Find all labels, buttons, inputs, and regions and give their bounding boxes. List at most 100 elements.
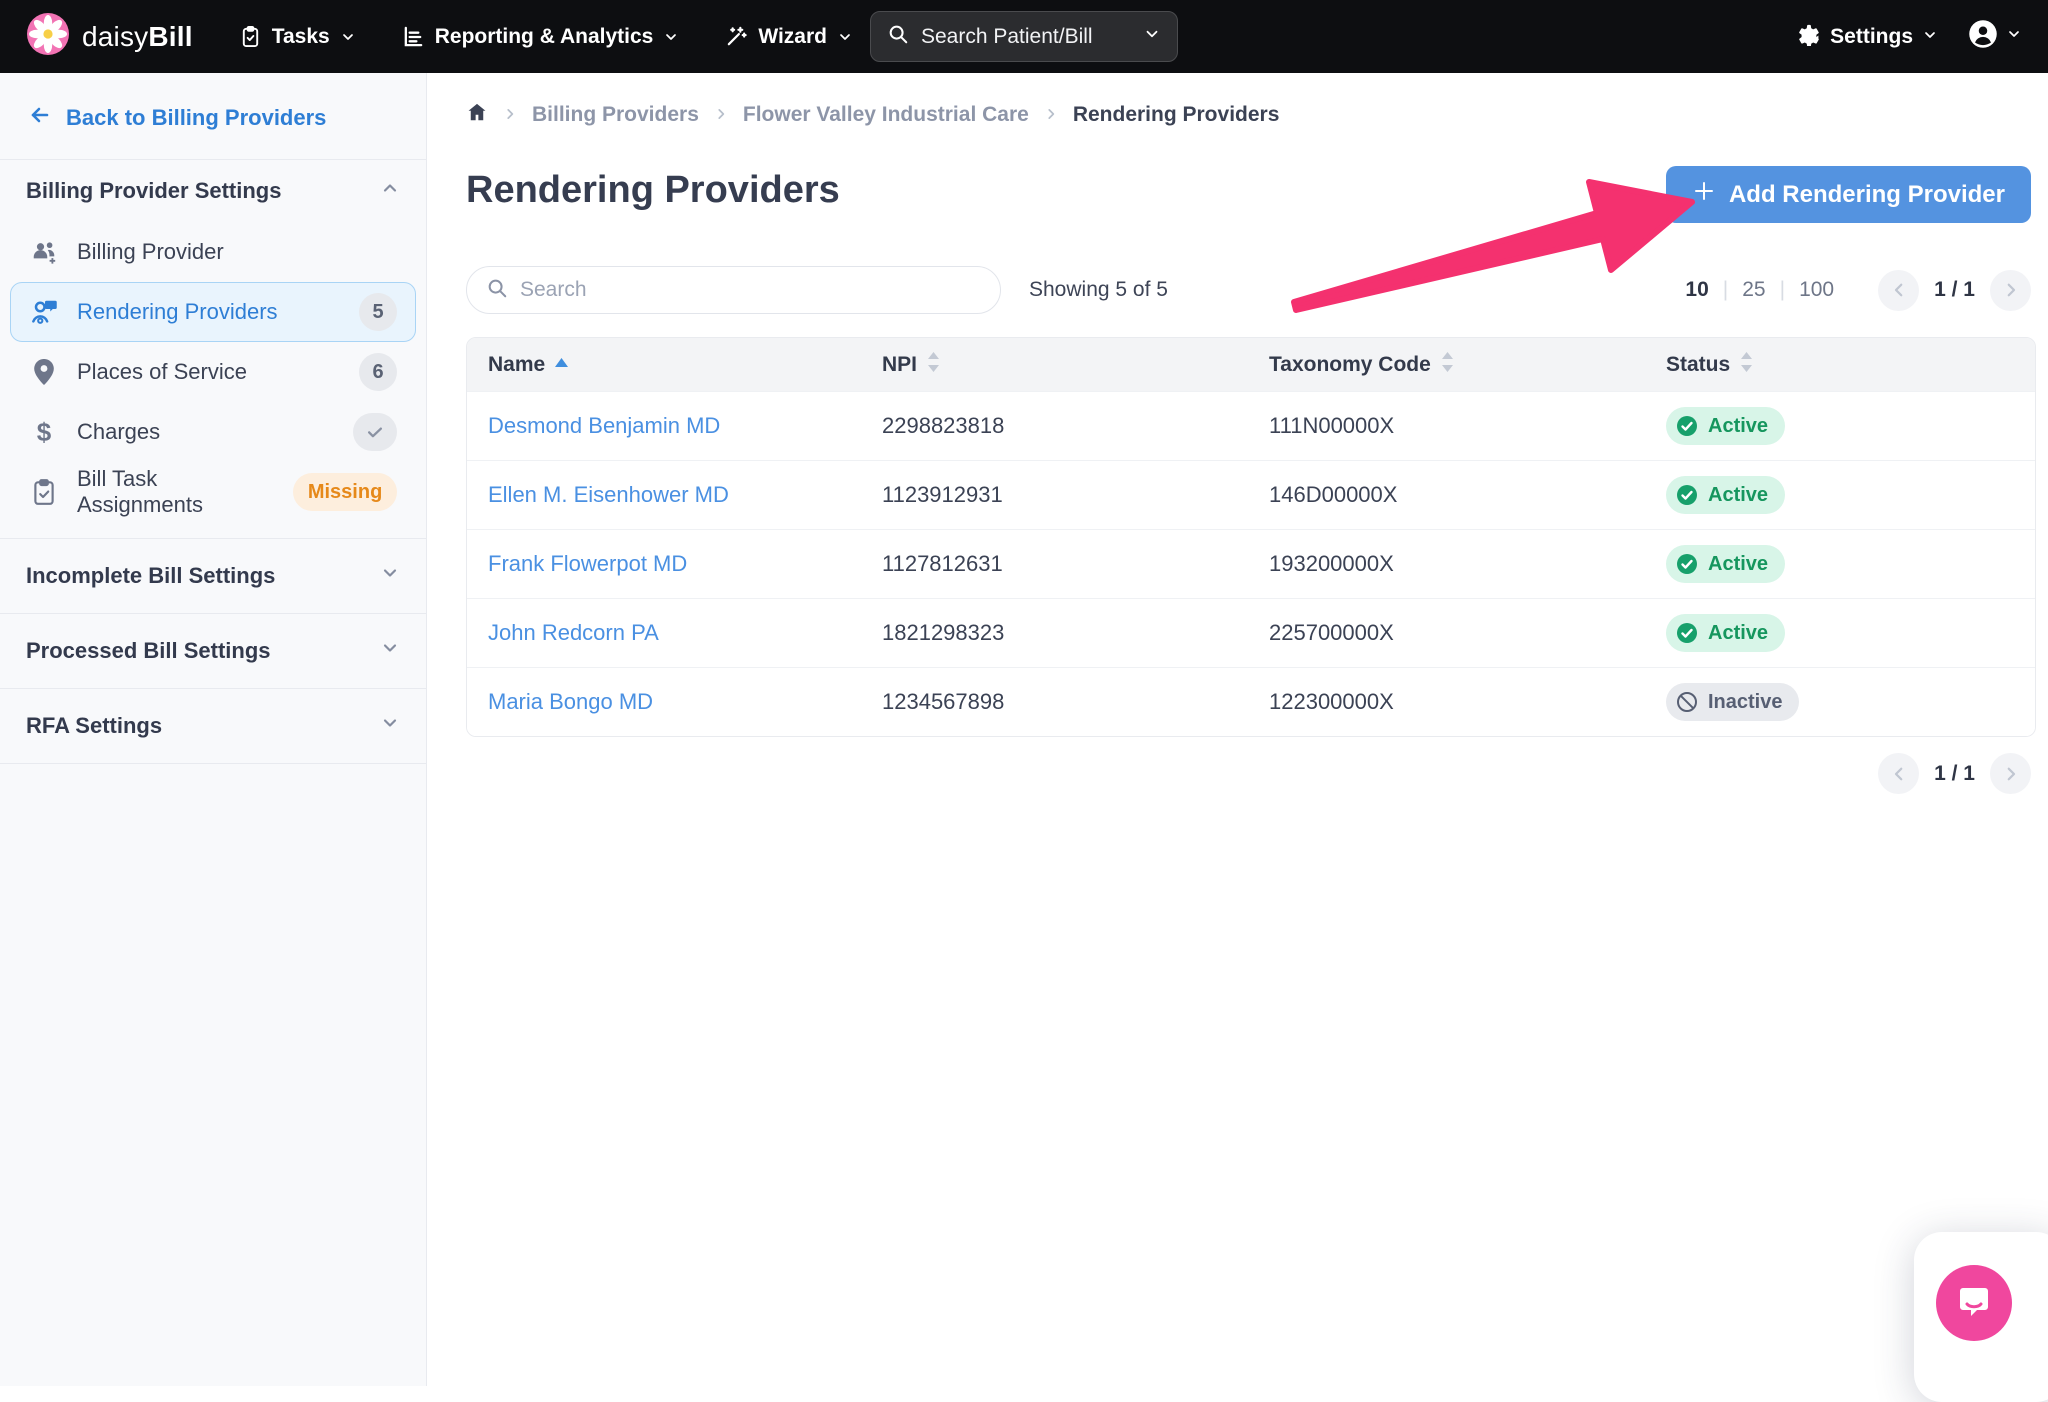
pager: 1 / 1 xyxy=(1878,270,2031,311)
settings-label: Settings xyxy=(1830,25,1913,49)
nav-item-label: Tasks xyxy=(272,25,330,49)
search-label: Search Patient/Bill xyxy=(921,25,1093,49)
provider-name-link[interactable]: Ellen M. Eisenhower MD xyxy=(467,482,861,508)
daisy-flower-icon xyxy=(26,12,70,61)
table-row: Ellen M. Eisenhower MD 1123912931 146D00… xyxy=(467,460,2035,529)
provider-taxonomy: 193200000X xyxy=(1248,551,1645,577)
sidebar-item-label: Billing Provider xyxy=(77,239,224,265)
provider-taxonomy: 146D00000X xyxy=(1248,482,1645,508)
section-rfa-settings[interactable]: RFA Settings xyxy=(0,689,426,763)
table-search xyxy=(466,266,1001,314)
table-row: Maria Bongo MD 1234567898 122300000X Ina… xyxy=(467,667,2035,736)
provider-npi: 1234567898 xyxy=(861,689,1248,715)
nav-item-label: Reporting & Analytics xyxy=(435,25,654,49)
chevron-right-icon xyxy=(1044,103,1058,127)
column-label: NPI xyxy=(882,353,917,377)
back-link-label: Back to Billing Providers xyxy=(66,105,326,131)
home-icon[interactable] xyxy=(466,101,488,129)
search-icon xyxy=(486,277,508,304)
table-row: Frank Flowerpot MD 1127812631 193200000X… xyxy=(467,529,2035,598)
sidebar-item-rendering-providers[interactable]: Rendering Providers 5 xyxy=(10,282,416,342)
pagination-bottom: 1 / 1 xyxy=(1878,753,2031,794)
nav-item-settings[interactable]: Settings xyxy=(1797,22,1938,52)
status-label: Active xyxy=(1708,415,1768,438)
previous-page-button[interactable] xyxy=(1878,270,1919,311)
previous-page-button[interactable] xyxy=(1878,753,1919,794)
nav-menu: Tasks Reporting & Analytics xyxy=(239,25,853,49)
search-input[interactable] xyxy=(520,278,981,302)
chat-launcher-button[interactable] xyxy=(1936,1265,2012,1341)
sort-icon xyxy=(1441,352,1454,378)
next-page-button[interactable] xyxy=(1990,753,2031,794)
sidebar-item-billing-provider[interactable]: Billing Provider xyxy=(10,222,416,282)
sidebar-item-places-of-service[interactable]: Places of Service 6 xyxy=(10,342,416,402)
status-badge: Active xyxy=(1666,407,1785,445)
sidebar-item-label: Charges xyxy=(77,419,160,445)
page-title: Rendering Providers xyxy=(466,169,840,212)
column-header-taxonomy[interactable]: Taxonomy Code xyxy=(1248,352,1645,378)
table-row: John Redcorn PA 1821298323 225700000X Ac… xyxy=(467,598,2035,667)
sidebar-item-charges[interactable]: $ Charges xyxy=(10,402,416,462)
nav-item-label: Wizard xyxy=(758,25,827,49)
magic-wand-icon xyxy=(725,25,748,48)
provider-status-cell: Active xyxy=(1645,407,2035,445)
table-toolbar: Showing 5 of 5 10 | 25 | 100 1 / 1 xyxy=(466,266,2031,314)
brand-logo[interactable]: daisyBill xyxy=(26,12,193,61)
nav-item-wizard[interactable]: Wizard xyxy=(725,25,853,49)
provider-name-link[interactable]: John Redcorn PA xyxy=(467,620,861,646)
sidebar-item-bill-task-assignments[interactable]: Bill Task Assignments Missing xyxy=(10,462,416,522)
section-label: Billing Provider Settings xyxy=(26,178,281,204)
status-label: Active xyxy=(1708,484,1768,507)
sidebar: Back to Billing Providers Billing Provid… xyxy=(0,73,427,1386)
section-label: Processed Bill Settings xyxy=(26,638,271,664)
chevron-right-icon xyxy=(714,103,728,127)
provider-name-link[interactable]: Frank Flowerpot MD xyxy=(467,551,861,577)
providers-table: Name NPI Taxonomy Code xyxy=(466,337,2036,737)
page-size-100[interactable]: 100 xyxy=(1799,278,1834,302)
showing-count: Showing 5 of 5 xyxy=(1029,278,1168,302)
status-badge: Inactive xyxy=(1666,683,1799,721)
breadcrumb-billing-providers[interactable]: Billing Providers xyxy=(532,103,699,127)
section-incomplete-bill-settings[interactable]: Incomplete Bill Settings xyxy=(0,539,426,613)
section-processed-bill-settings[interactable]: Processed Bill Settings xyxy=(0,614,426,688)
arrow-left-icon xyxy=(28,103,52,133)
page-size-25[interactable]: 25 xyxy=(1742,278,1765,302)
back-to-billing-providers-link[interactable]: Back to Billing Providers xyxy=(0,73,426,159)
breadcrumb-current: Rendering Providers xyxy=(1073,103,1280,127)
complete-check-badge xyxy=(353,413,397,451)
brand-name: daisyBill xyxy=(82,21,193,53)
nav-item-tasks[interactable]: Tasks xyxy=(239,25,356,49)
column-header-name[interactable]: Name xyxy=(467,353,861,377)
column-header-npi[interactable]: NPI xyxy=(861,352,1248,378)
count-badge: 6 xyxy=(359,353,397,391)
breadcrumb: Billing Providers Flower Valley Industri… xyxy=(466,101,1279,129)
table-header: Name NPI Taxonomy Code xyxy=(467,338,2035,391)
column-header-status[interactable]: Status xyxy=(1645,352,2035,378)
app-root: daisyBill Tasks xyxy=(0,0,2048,1386)
check-circle-icon xyxy=(1675,552,1699,576)
status-label: Active xyxy=(1708,553,1768,576)
add-rendering-provider-button[interactable]: Add Rendering Provider xyxy=(1666,166,2031,223)
sort-icon xyxy=(1740,352,1753,378)
patient-bill-search[interactable]: Search Patient/Bill xyxy=(870,11,1178,62)
account-menu[interactable] xyxy=(1968,19,2022,54)
page-size-10[interactable]: 10 xyxy=(1685,278,1708,302)
status-label: Active xyxy=(1708,622,1768,645)
chevron-down-icon xyxy=(380,713,400,739)
section-label: RFA Settings xyxy=(26,713,162,739)
chat-bubble-icon xyxy=(1953,1282,1995,1324)
nav-item-reporting[interactable]: Reporting & Analytics xyxy=(402,25,680,49)
section-billing-provider-settings[interactable]: Billing Provider Settings xyxy=(0,160,426,222)
table-row: Desmond Benjamin MD 2298823818 111N00000… xyxy=(467,391,2035,460)
chevron-down-icon[interactable] xyxy=(1143,25,1161,49)
provider-name-link[interactable]: Desmond Benjamin MD xyxy=(467,413,861,439)
provider-taxonomy: 122300000X xyxy=(1248,689,1645,715)
plus-icon xyxy=(1692,179,1716,210)
chat-launcher-card xyxy=(1914,1232,2048,1402)
provider-name-link[interactable]: Maria Bongo MD xyxy=(467,689,861,715)
next-page-button[interactable] xyxy=(1990,270,2031,311)
provider-status-cell: Active xyxy=(1645,545,2035,583)
breadcrumb-flower-valley[interactable]: Flower Valley Industrial Care xyxy=(743,103,1029,127)
check-circle-icon xyxy=(1675,621,1699,645)
provider-taxonomy: 111N00000X xyxy=(1248,413,1645,439)
